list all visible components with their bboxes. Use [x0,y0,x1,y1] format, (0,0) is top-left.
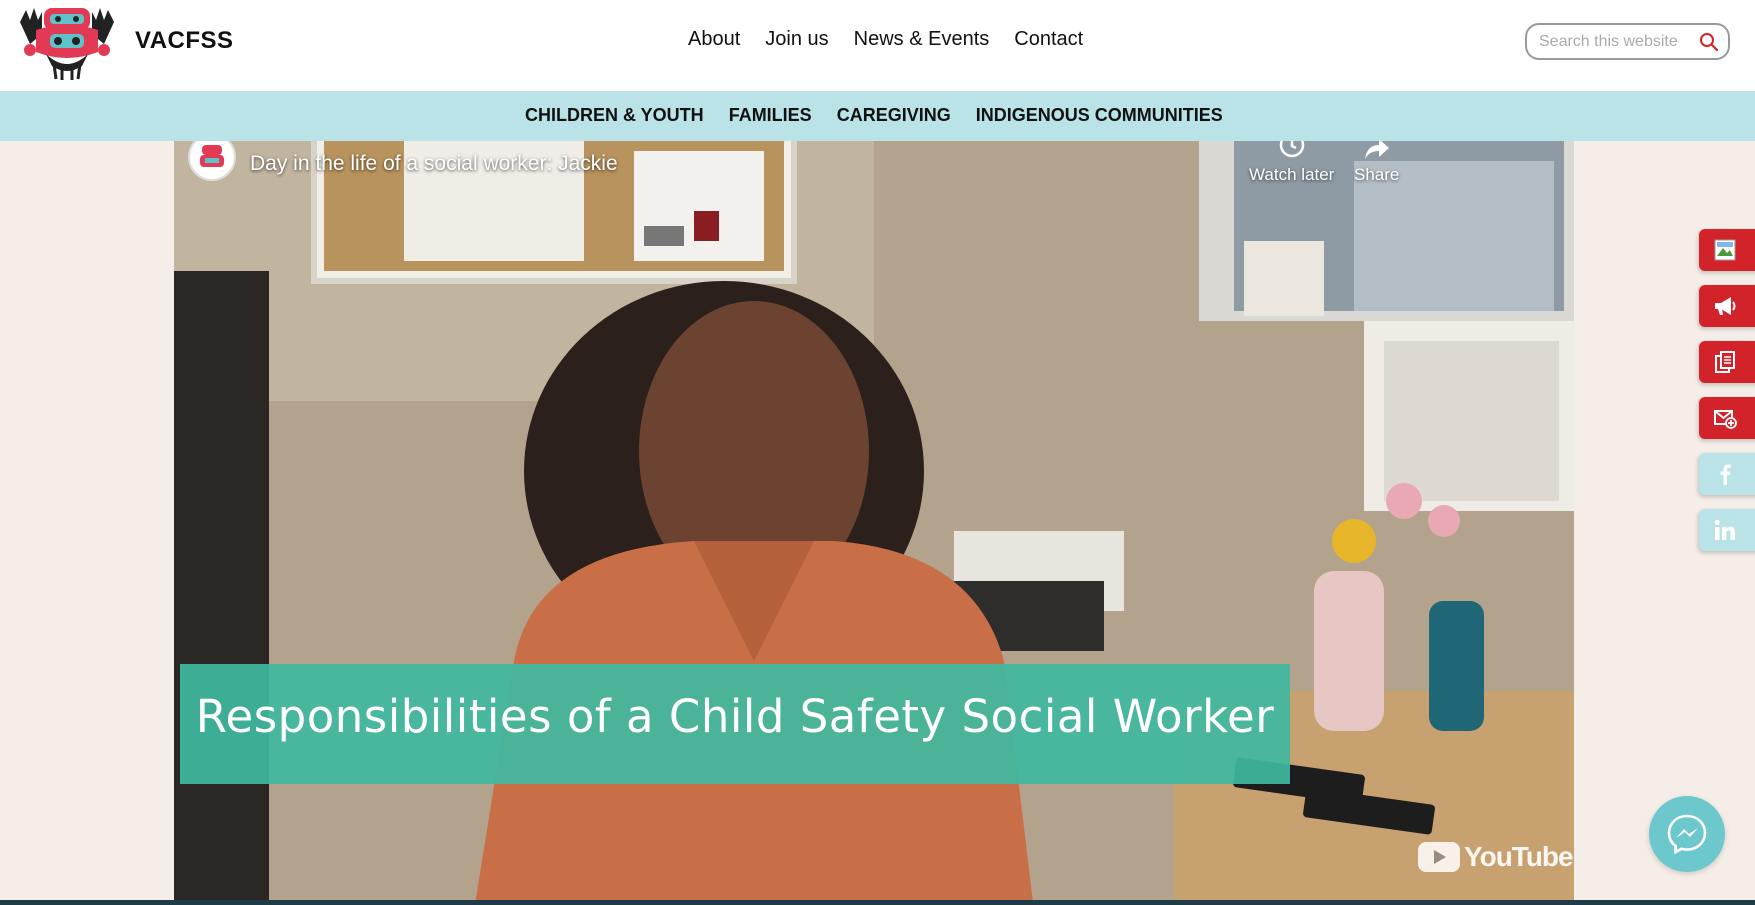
broken-image-icon [1714,239,1736,261]
mail-add-icon [1714,410,1737,429]
main-nav: About Join us News & Events Contact [688,28,1108,51]
side-tab-subscribe[interactable] [1699,397,1755,439]
subnav-caregiving[interactable]: CAREGIVING [837,105,951,126]
linkedin-icon [1714,519,1735,540]
nav-news-events[interactable]: News & Events [854,28,990,51]
subnav-families[interactable]: FAMILIES [729,105,812,126]
subnav-children-youth[interactable]: CHILDREN & YOUTH [525,105,704,126]
messenger-chat-button[interactable] [1649,796,1725,872]
share-arrow-icon [1364,141,1389,159]
video-title[interactable]: Day in the life of a social worker: Jack… [250,152,618,176]
youtube-logo-button[interactable]: YouTube [1418,841,1574,873]
side-tab-image[interactable] [1699,229,1755,271]
audience-nav: CHILDREN & YOUTH FAMILIES CAREGIVING IND… [0,91,1755,141]
totem-logo-icon[interactable] [16,4,118,81]
share-label: Share [1354,165,1400,184]
subnav-indigenous-communities[interactable]: INDIGENOUS COMMUNITIES [976,105,1223,126]
side-tab-announcements[interactable] [1699,285,1755,327]
youtube-play-icon [1418,842,1460,872]
facebook-icon [1720,464,1731,485]
messenger-icon [1667,814,1707,855]
nav-about[interactable]: About [688,28,740,51]
watch-later-button[interactable]: Watch later [1249,141,1334,185]
site-header: VACFSS About Join us News & Events Conta… [0,0,1755,91]
video-frame-image [174,141,1574,901]
video-caption-banner: Responsibilities of a Child Safety Socia… [180,664,1290,784]
search-box [1525,23,1730,60]
youtube-video-player[interactable]: Day in the life of a social worker: Jack… [174,141,1574,901]
megaphone-icon [1715,297,1736,315]
channel-avatar-icon[interactable] [188,141,236,181]
nav-contact[interactable]: Contact [1014,28,1083,51]
side-tab-documents[interactable] [1699,341,1755,383]
nav-join-us[interactable]: Join us [765,28,828,51]
footer-edge [0,900,1755,905]
video-caption-text: Responsibilities of a Child Safety Socia… [195,690,1275,743]
brand-name[interactable]: VACFSS [135,27,234,55]
clock-icon [1279,141,1304,158]
watch-later-label: Watch later [1249,165,1335,184]
documents-icon [1715,351,1735,373]
share-button[interactable]: Share [1354,141,1399,185]
video-header: Day in the life of a social worker: Jack… [188,141,618,181]
side-tab-facebook[interactable] [1699,453,1755,495]
side-tab-linkedin[interactable] [1699,509,1755,551]
search-input[interactable] [1539,31,1699,53]
youtube-wordmark: YouTube [1464,841,1574,872]
search-icon[interactable] [1699,32,1719,52]
